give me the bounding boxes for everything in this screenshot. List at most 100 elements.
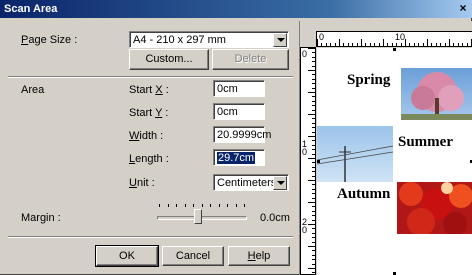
slider-tick — [176, 204, 177, 207]
start-x-label-text: Start X : — [129, 84, 169, 96]
slider-tick — [184, 204, 186, 207]
slider-tick — [218, 204, 220, 207]
length-label: Length : — [129, 153, 169, 165]
title-bar[interactable]: Scan Area × — [0, 0, 472, 18]
season-label-spring: Spring — [347, 72, 391, 88]
slider-tick — [201, 204, 203, 207]
spring-photo — [401, 68, 472, 120]
ruler-label: 1 0 — [302, 139, 308, 157]
cherry-tree-image — [401, 72, 472, 120]
crop-handle[interactable] — [317, 160, 320, 163]
ruler-tick — [339, 39, 340, 46]
ruler-tick — [312, 272, 315, 274]
divider — [8, 236, 293, 238]
ruler-tick — [418, 43, 420, 46]
unit-dropdown[interactable]: Centimeters — [213, 174, 289, 191]
ruler-tick — [312, 65, 315, 67]
ruler-label: 10 — [395, 32, 406, 42]
ruler-tick — [312, 153, 315, 155]
ruler-tick — [312, 184, 315, 186]
ruler-tick — [312, 52, 315, 54]
ruler-tick — [308, 180, 315, 181]
ruler-tick — [312, 254, 315, 256]
slider-tick — [235, 204, 237, 207]
ruler-tick — [431, 43, 433, 46]
ruler-tick — [321, 43, 323, 46]
ruler-tick — [347, 43, 349, 46]
scan-preview-pane: 0 10 0 1 0 2 0 Spring Summer Autumn — [299, 21, 472, 275]
ok-button[interactable]: OK — [95, 245, 159, 267]
chevron-down-icon[interactable] — [273, 33, 287, 47]
start-y-value: 0cm — [217, 106, 238, 118]
slider-tick — [167, 204, 169, 207]
length-value: 29.7cm — [217, 152, 256, 164]
ruler-tick — [312, 144, 315, 146]
slider-tick — [193, 204, 194, 207]
start-x-field[interactable]: 0cm — [213, 80, 265, 97]
ruler-tick — [312, 131, 315, 133]
length-label-text: Length : — [129, 153, 169, 165]
custom-button[interactable]: Custom... — [129, 49, 209, 70]
slider-tick — [244, 204, 245, 207]
ruler-tick — [308, 92, 315, 93]
scan-area-dialog: Scan Area × Page Size : A4 - 210 x 297 m… — [0, 0, 472, 275]
season-label-summer: Summer — [398, 134, 453, 150]
ruler-tick — [413, 43, 415, 46]
width-field[interactable]: 20.9999cm — [213, 126, 272, 143]
start-x-label: Start X : — [129, 84, 169, 96]
chevron-down-icon[interactable] — [273, 176, 287, 190]
slider-thumb[interactable] — [193, 209, 202, 224]
start-y-field[interactable]: 0cm — [213, 103, 265, 120]
margin-value: 0.0cm — [260, 212, 290, 224]
vertical-ruler: 0 1 0 2 0 — [300, 47, 316, 275]
ruler-tick — [312, 241, 315, 243]
ruler-tick — [312, 100, 315, 102]
ruler-tick — [312, 259, 315, 261]
ruler-tick — [312, 171, 315, 173]
unit-label: Unit : — [129, 177, 155, 189]
delete-button[interactable]: Delete — [212, 49, 289, 70]
width-label: Width : — [129, 130, 163, 142]
ruler-tick — [374, 43, 376, 46]
cancel-button[interactable]: Cancel — [162, 246, 224, 266]
ruler-tick — [356, 43, 358, 46]
ruler-tick — [308, 158, 315, 159]
close-icon[interactable]: × — [456, 2, 470, 16]
ruler-tick — [391, 43, 393, 46]
page-size-label-text: Page Size : — [21, 34, 78, 46]
ruler-tick — [312, 78, 315, 80]
start-y-label-text: Start Y : — [129, 107, 169, 119]
power-line-image — [317, 145, 393, 182]
ruler-tick — [312, 232, 315, 234]
start-x-value: 0cm — [217, 83, 238, 95]
ruler-tick — [352, 43, 354, 46]
help-button[interactable]: Help — [228, 246, 290, 266]
ruler-tick — [312, 149, 315, 151]
ruler-tick — [409, 43, 411, 46]
horizontal-ruler: 0 10 — [316, 31, 472, 47]
preview-document[interactable]: Spring Summer Autumn — [317, 48, 472, 275]
unit-label-text: Unit : — [129, 177, 155, 189]
ruler-tick — [312, 237, 315, 239]
ruler-tick — [361, 39, 362, 46]
ruler-tick — [312, 74, 315, 76]
ruler-tick — [312, 105, 315, 107]
window-title: Scan Area — [4, 3, 58, 15]
ruler-tick — [312, 210, 315, 212]
length-field[interactable]: 29.7cm — [213, 149, 265, 166]
ruler-tick — [312, 61, 315, 63]
width-value: 20.9999cm — [217, 129, 272, 141]
ruler-tick — [312, 175, 315, 177]
crop-handle[interactable] — [393, 48, 396, 51]
ruler-tick — [440, 43, 442, 46]
margin-slider[interactable] — [157, 202, 247, 228]
ruler-tick — [457, 43, 459, 46]
ruler-tick — [312, 96, 315, 98]
ruler-tick — [312, 122, 315, 124]
slider-track — [157, 216, 247, 220]
page-size-dropdown[interactable]: A4 - 210 x 297 mm — [129, 31, 289, 48]
ruler-tick — [312, 83, 315, 85]
ruler-tick — [308, 48, 315, 49]
ruler-tick — [308, 136, 315, 137]
ruler-tick — [330, 43, 332, 46]
